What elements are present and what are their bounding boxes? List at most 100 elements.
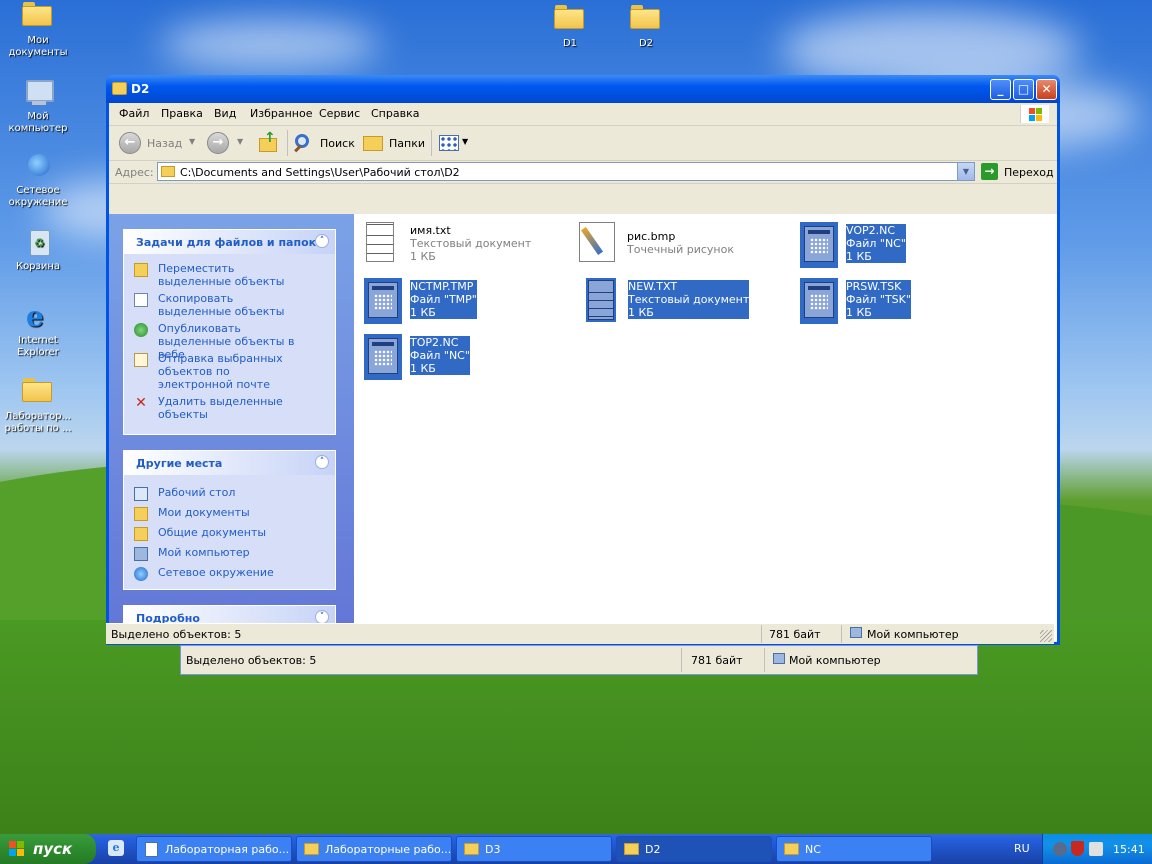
forward-button[interactable]: → ▼ (207, 132, 247, 156)
taskbar-task-active[interactable]: D2 (616, 836, 772, 862)
file-item[interactable]: TOP2.NC Файл "NC" 1 КБ (362, 332, 562, 382)
close-button[interactable]: ✕ (1036, 79, 1057, 100)
resize-grip[interactable] (1040, 630, 1052, 642)
views-button[interactable]: ▼ (437, 132, 471, 156)
folders-button[interactable]: Папки (361, 132, 427, 156)
collapse-icon[interactable]: ˄ (315, 234, 329, 248)
folder-icon (161, 166, 175, 177)
desktop-icon-label: Internet Explorer (17, 335, 59, 358)
file-name: NEW.TXT (628, 280, 678, 293)
tasks-panel-header[interactable]: Задачи для файлов и папок ˄ (124, 230, 335, 254)
delete-icon: ✕ (135, 395, 147, 411)
start-button[interactable]: пуск (0, 834, 96, 864)
my-computer-icon (773, 653, 785, 664)
tasks-panel-title: Задачи для файлов и папок (136, 236, 317, 249)
task-label: D3 (485, 843, 501, 856)
folder-icon (630, 5, 662, 35)
other-places-header[interactable]: Другие места ˄ (124, 451, 335, 475)
windows-logo-icon (1020, 105, 1049, 123)
task-label: Переместить выделенные объекты (158, 262, 285, 288)
file-name: PRSW.TSK (846, 280, 902, 293)
back-button[interactable]: ← Назад ▼ (119, 132, 199, 156)
file-item[interactable]: NCTMP.TMP Файл "TMP" 1 КБ (362, 276, 562, 326)
file-name: VOP2.NC (846, 224, 896, 237)
back-arrow-icon: ← (119, 132, 141, 154)
desktop-icon-d1[interactable]: D1 (534, 5, 606, 50)
address-input[interactable]: C:\Documents and Settings\User\Рабочий с… (157, 162, 975, 181)
title-bar[interactable]: D2 _ □ ✕ (106, 75, 1060, 103)
copy-icon (134, 293, 148, 307)
maximize-button[interactable]: □ (1013, 79, 1034, 100)
taskbar-task[interactable]: Лабораторная рабо... (136, 836, 292, 862)
search-button[interactable]: Поиск (293, 132, 355, 156)
file-item[interactable]: имя.txt Текстовый документ 1 КБ (362, 220, 562, 270)
window-title: D2 (131, 82, 150, 96)
status-location: Мой компьютер (789, 654, 881, 667)
folders-icon (363, 136, 383, 151)
desktop-icon-lab-folder[interactable]: Лаборатор... работы по ... (2, 378, 74, 435)
desktop-icon-label: Корзина (15, 261, 61, 272)
quick-launch-ie-icon[interactable]: e (108, 840, 124, 856)
menu-file[interactable]: Файл (119, 107, 149, 120)
taskbar-task[interactable]: D3 (456, 836, 612, 862)
file-type: Файл "TMP" (410, 293, 477, 306)
task-label: Удалить выделенные объекты (158, 395, 283, 421)
menu-help[interactable]: Справка (371, 107, 419, 120)
back-label: Назад (147, 137, 183, 150)
file-name: TOP2.NC (410, 336, 459, 349)
folder-icon (464, 843, 479, 855)
background-window-statusbar: Выделено объектов: 5 781 байт Мой компью… (180, 645, 978, 675)
network-tray-icon[interactable] (1053, 842, 1067, 856)
file-item[interactable]: VOP2.NC Файл "NC" 1 КБ (798, 220, 998, 270)
program-file-icon (362, 332, 402, 380)
minimize-button[interactable]: _ (990, 79, 1011, 100)
file-item[interactable]: PRSW.TSK Файл "TSK" 1 КБ (798, 276, 998, 326)
desktop-icon-recycle-bin[interactable]: ♻ Корзина (2, 228, 74, 273)
language-indicator[interactable]: RU (1014, 842, 1030, 855)
windows-logo-icon (9, 841, 25, 857)
task-label: Лабораторные рабо... (325, 843, 452, 856)
publish-web-icon (134, 323, 148, 337)
up-button[interactable]: ↑ (257, 130, 281, 156)
bitmap-file-icon (579, 220, 619, 268)
folder-icon (554, 5, 586, 35)
task-label: Отправка выбранных объектов по электронн… (158, 352, 283, 391)
forward-arrow-icon: → (207, 132, 229, 154)
my-computer-icon (22, 78, 54, 108)
file-name: имя.txt (410, 224, 451, 237)
connection-tray-icon[interactable] (1089, 842, 1103, 856)
menu-view[interactable]: Вид (214, 107, 236, 120)
address-dropdown-button[interactable]: ▼ (957, 163, 974, 180)
desktop-icon-network[interactable]: Сетевое окружение (2, 152, 74, 209)
collapse-icon[interactable]: ˄ (315, 455, 329, 469)
desktop-icon-my-documents[interactable]: Мои документы (2, 2, 74, 59)
program-file-icon (798, 276, 838, 324)
text-file-icon (580, 276, 620, 324)
folder-icon (784, 843, 799, 855)
security-shield-icon[interactable] (1071, 841, 1084, 856)
desktop-icon (134, 487, 148, 501)
file-item[interactable]: рис.bmp Точечный рисунок (579, 220, 779, 270)
desktop-icon-label: Мои документы (8, 35, 68, 58)
file-size: 1 КБ (846, 250, 872, 263)
file-item[interactable]: NEW.TXT Текстовый документ 1 КБ (580, 276, 780, 326)
menu-bar: Файл Правка Вид Избранное Сервис Справка (109, 103, 1057, 126)
chevron-down-icon: ▼ (462, 137, 469, 146)
desktop-icon-d2[interactable]: D2 (610, 5, 682, 50)
taskbar-task[interactable]: Лабораторные рабо... (296, 836, 452, 862)
go-button[interactable]: → Переход (979, 162, 1055, 181)
menu-favorites[interactable]: Избранное (250, 107, 312, 120)
my-documents-icon (134, 507, 148, 521)
menu-tools[interactable]: Сервис (319, 107, 360, 120)
file-name: NCTMP.TMP (410, 280, 474, 293)
clock: 15:41 (1113, 843, 1145, 856)
expand-icon[interactable]: ˅ (315, 610, 329, 624)
text-file-icon (362, 220, 402, 268)
desktop-icon-internet-explorer[interactable]: e Internet Explorer (2, 302, 74, 359)
file-size: 1 КБ (628, 306, 654, 319)
system-tray: 15:41 (1042, 834, 1152, 864)
place-label: Рабочий стол (158, 486, 236, 499)
desktop-icon-my-computer[interactable]: Мой компьютер (2, 78, 74, 135)
taskbar-task[interactable]: NC (776, 836, 932, 862)
menu-edit[interactable]: Правка (161, 107, 203, 120)
